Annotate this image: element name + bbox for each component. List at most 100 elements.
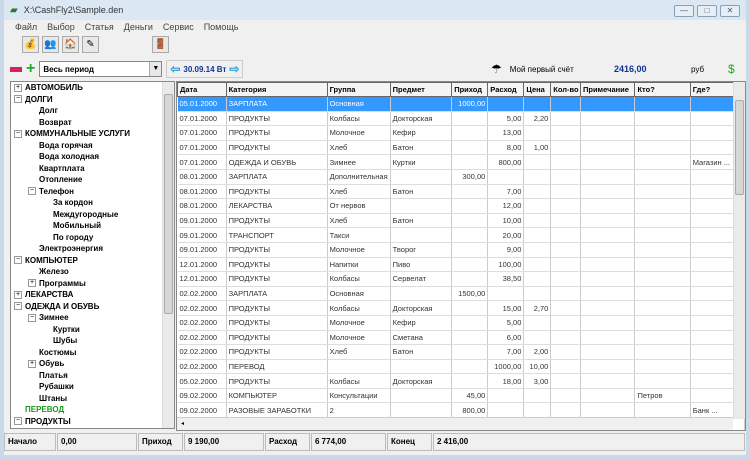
money-bag-icon[interactable]: $ — [728, 62, 735, 76]
table-cell[interactable] — [523, 242, 552, 258]
table-cell[interactable]: 09.01.2000 — [177, 242, 227, 258]
table-cell[interactable] — [634, 315, 691, 331]
column-header[interactable]: Расход — [487, 82, 525, 97]
table-cell[interactable]: Колбасы — [327, 373, 391, 389]
table-cell[interactable]: Батон — [390, 140, 453, 156]
tree-node[interactable]: Железо — [11, 266, 174, 278]
tree-node[interactable]: Вода холодная — [11, 151, 174, 163]
table-row[interactable]: 08.01.2000 ПРОДУКТЫ Хлеб Батон 7,00 — [177, 184, 745, 200]
tree-node[interactable]: Рубашки — [11, 381, 174, 393]
table-cell[interactable] — [451, 257, 489, 273]
table-cell[interactable]: 9,00 — [487, 242, 525, 258]
table-cell[interactable]: ПРОДУКТЫ — [226, 242, 328, 258]
period-select[interactable]: Весь период ▼ — [39, 61, 163, 77]
table-cell[interactable] — [580, 315, 636, 331]
table-cell[interactable]: Основная — [327, 286, 391, 302]
table-cell[interactable] — [634, 111, 691, 127]
table-cell[interactable]: Хлеб — [327, 344, 391, 360]
table-cell[interactable] — [634, 140, 691, 156]
tree-node[interactable]: Мобильный — [11, 220, 174, 232]
table-cell[interactable] — [580, 300, 636, 316]
table-cell[interactable] — [580, 242, 636, 258]
column-header[interactable]: Приход — [451, 82, 489, 97]
table-cell[interactable]: ПРОДУКТЫ — [226, 271, 328, 287]
table-cell[interactable] — [390, 96, 453, 112]
table-row[interactable]: 02.02.2000 ПРОДУКТЫ Молочное Кефир 5,00 — [177, 315, 745, 331]
table-cell[interactable]: Напитки — [327, 257, 391, 273]
table-cell[interactable]: 05.02.2000 — [177, 373, 227, 389]
table-cell[interactable] — [390, 286, 453, 302]
table-cell[interactable] — [550, 359, 581, 375]
table-cell[interactable] — [550, 373, 581, 389]
table-cell[interactable] — [580, 154, 636, 170]
table-cell[interactable] — [634, 373, 691, 389]
accounts-icon[interactable]: 💰 — [22, 36, 39, 53]
expand-icon[interactable]: + — [28, 279, 36, 288]
table-cell[interactable] — [580, 286, 636, 302]
table-cell[interactable]: 45,00 — [451, 388, 489, 404]
table-cell[interactable] — [634, 402, 691, 419]
grid-vscrollbar[interactable] — [733, 82, 745, 419]
table-cell[interactable]: Хлеб — [327, 140, 391, 156]
minimize-button[interactable]: — — [674, 5, 694, 17]
table-cell[interactable]: 1000,00 — [487, 359, 525, 375]
scroll-left-icon[interactable]: ◂ — [177, 421, 184, 427]
table-cell[interactable] — [580, 388, 636, 404]
table-cell[interactable]: Докторская — [390, 373, 453, 389]
table-cell[interactable] — [550, 388, 581, 404]
table-cell[interactable] — [580, 96, 636, 112]
table-cell[interactable] — [580, 330, 636, 346]
tree-scrollbar[interactable] — [162, 82, 174, 428]
table-cell[interactable]: 7,00 — [487, 344, 525, 360]
table-cell[interactable] — [451, 373, 489, 389]
tree-node[interactable]: Штаны — [11, 393, 174, 405]
tree-node[interactable]: Квартплата — [11, 163, 174, 175]
table-cell[interactable] — [550, 402, 581, 419]
menu-service[interactable]: Сервис — [158, 20, 199, 35]
exit-door-icon[interactable]: 🚪 — [152, 36, 169, 53]
table-cell[interactable] — [523, 154, 552, 170]
table-cell[interactable]: ПРОДУКТЫ — [226, 300, 328, 316]
collapse-icon[interactable]: − — [14, 95, 22, 104]
table-cell[interactable] — [451, 111, 489, 127]
table-row[interactable]: 07.01.2000 ОДЕЖДА И ОБУВЬ Зимнее Куртки 800,… — [177, 154, 745, 170]
house-icon[interactable]: 🏠 — [62, 36, 79, 53]
table-cell[interactable]: 5,00 — [487, 315, 525, 331]
tree-node[interactable]: + Программы — [11, 278, 174, 290]
table-cell[interactable] — [451, 227, 489, 243]
table-cell[interactable]: Основная — [327, 96, 391, 112]
table-cell[interactable]: 300,00 — [451, 169, 489, 185]
table-cell[interactable] — [550, 257, 581, 273]
menu-money[interactable]: Деньги — [119, 20, 158, 35]
arrow-left-icon[interactable]: ⇦ — [170, 62, 180, 76]
table-row[interactable]: 07.01.2000 ПРОДУКТЫ Хлеб Батон 8,00 1,00 — [177, 140, 745, 156]
table-cell[interactable] — [487, 388, 525, 404]
table-cell[interactable] — [550, 154, 581, 170]
table-row[interactable]: 05.02.2000 ПРОДУКТЫ Колбасы Докторская 18,00… — [177, 373, 745, 389]
table-cell[interactable] — [451, 198, 489, 214]
table-cell[interactable] — [523, 96, 552, 112]
table-cell[interactable] — [634, 286, 691, 302]
table-cell[interactable]: ПРОДУКТЫ — [226, 373, 328, 389]
table-cell[interactable] — [634, 227, 691, 243]
table-cell[interactable] — [634, 257, 691, 273]
table-cell[interactable]: 3,00 — [523, 373, 552, 389]
table-cell[interactable] — [580, 373, 636, 389]
table-cell[interactable] — [523, 315, 552, 331]
table-row[interactable]: 09.01.2000 ПРОДУКТЫ Хлеб Батон 10,00 — [177, 213, 745, 229]
table-row[interactable]: 08.01.2000 ЛЕКАРСТВА От нервов 12,00 — [177, 198, 745, 214]
table-cell[interactable] — [487, 169, 525, 185]
table-cell[interactable]: 12,00 — [487, 198, 525, 214]
table-cell[interactable]: 09.01.2000 — [177, 227, 227, 243]
table-cell[interactable] — [451, 140, 489, 156]
tree-node[interactable]: За кордон — [11, 197, 174, 209]
table-cell[interactable]: Консультации — [327, 388, 391, 404]
tree-node[interactable]: Костюмы — [11, 347, 174, 359]
table-cell[interactable]: Батон — [390, 184, 453, 200]
scroll-thumb[interactable] — [164, 94, 173, 314]
table-cell[interactable] — [523, 227, 552, 243]
table-cell[interactable] — [550, 300, 581, 316]
table-cell[interactable]: ПРОДУКТЫ — [226, 257, 328, 273]
tree-node[interactable]: Долг — [11, 105, 174, 117]
table-row[interactable]: 02.02.2000 ЗАРПЛАТА Основная 1500,00 — [177, 286, 745, 302]
